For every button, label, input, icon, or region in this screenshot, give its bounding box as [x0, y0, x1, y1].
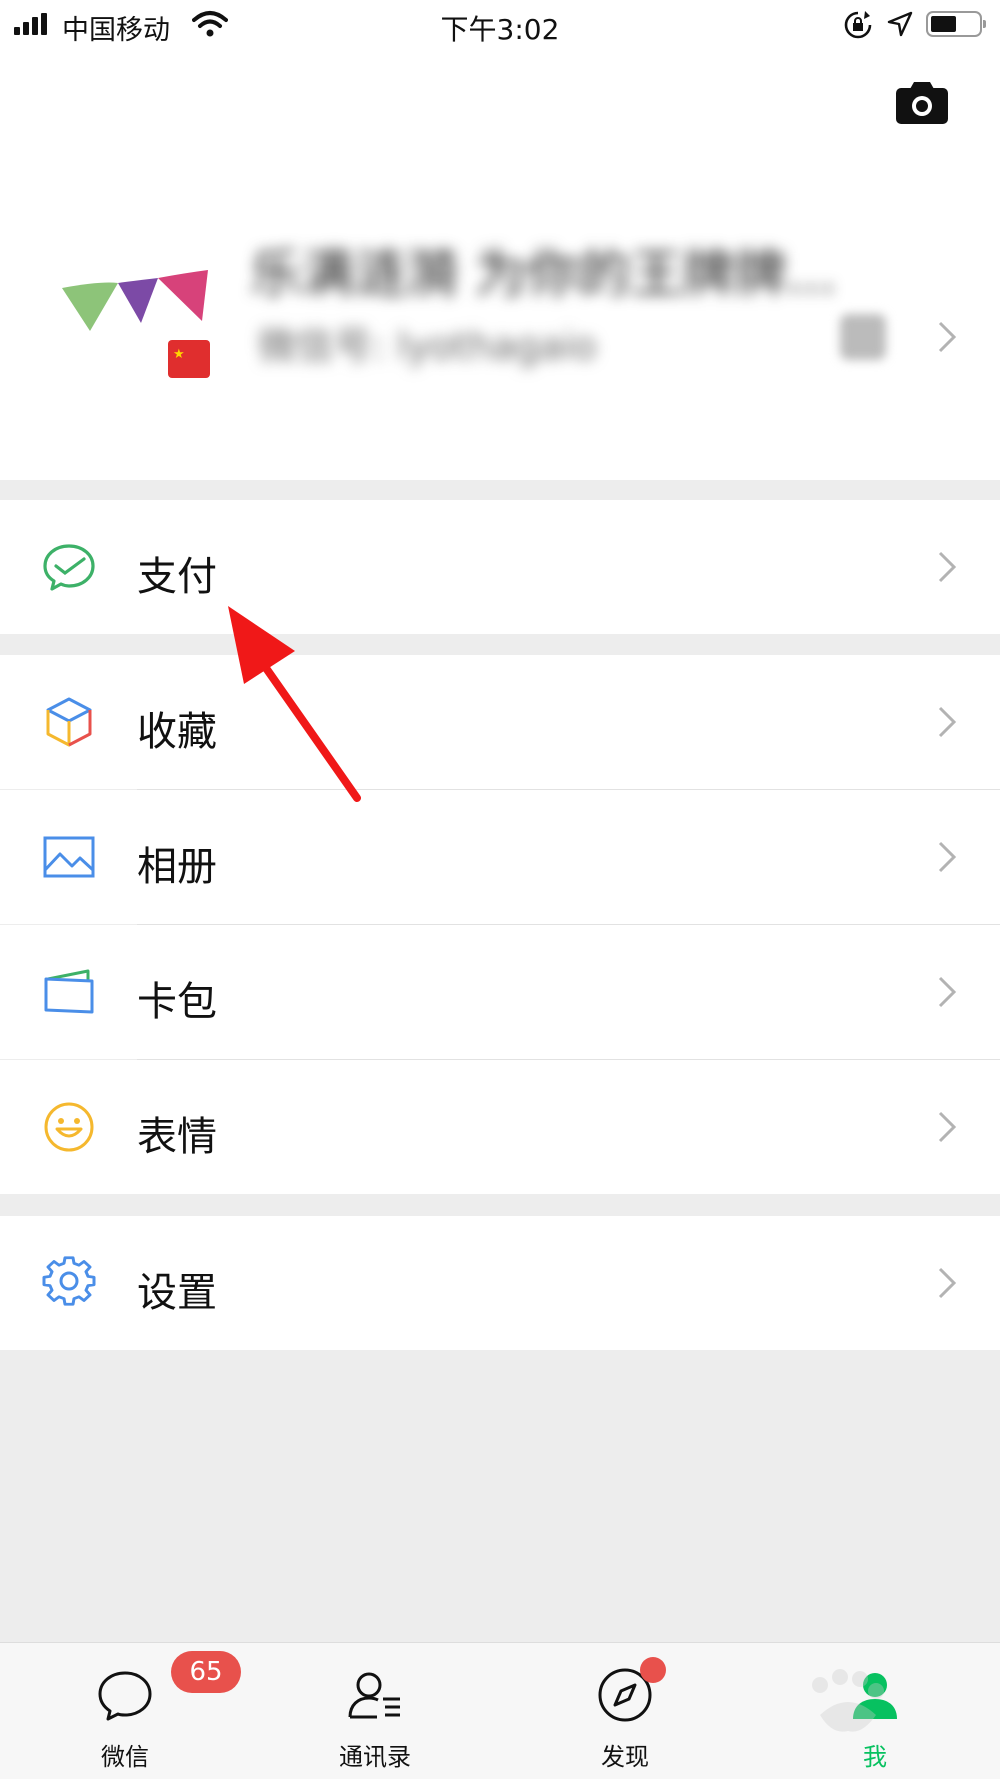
annotation-arrow-icon — [228, 606, 361, 802]
tab-contacts[interactable]: 通讯录 — [275, 1643, 475, 1779]
tab-label-contacts: 通讯录 — [339, 1743, 411, 1771]
notification-dot — [640, 1657, 666, 1683]
watermark-logo — [812, 1669, 884, 1732]
tab-label-discover: 发现 — [601, 1743, 649, 1771]
contacts-icon — [348, 1672, 400, 1719]
chat-bubble-icon — [98, 1671, 152, 1721]
tab-label-chats: 微信 — [101, 1743, 149, 1771]
tab-chats[interactable]: 65 微信 — [25, 1643, 241, 1779]
tab-discover[interactable]: 发现 — [525, 1643, 725, 1779]
unread-badge: 65 — [171, 1651, 241, 1693]
